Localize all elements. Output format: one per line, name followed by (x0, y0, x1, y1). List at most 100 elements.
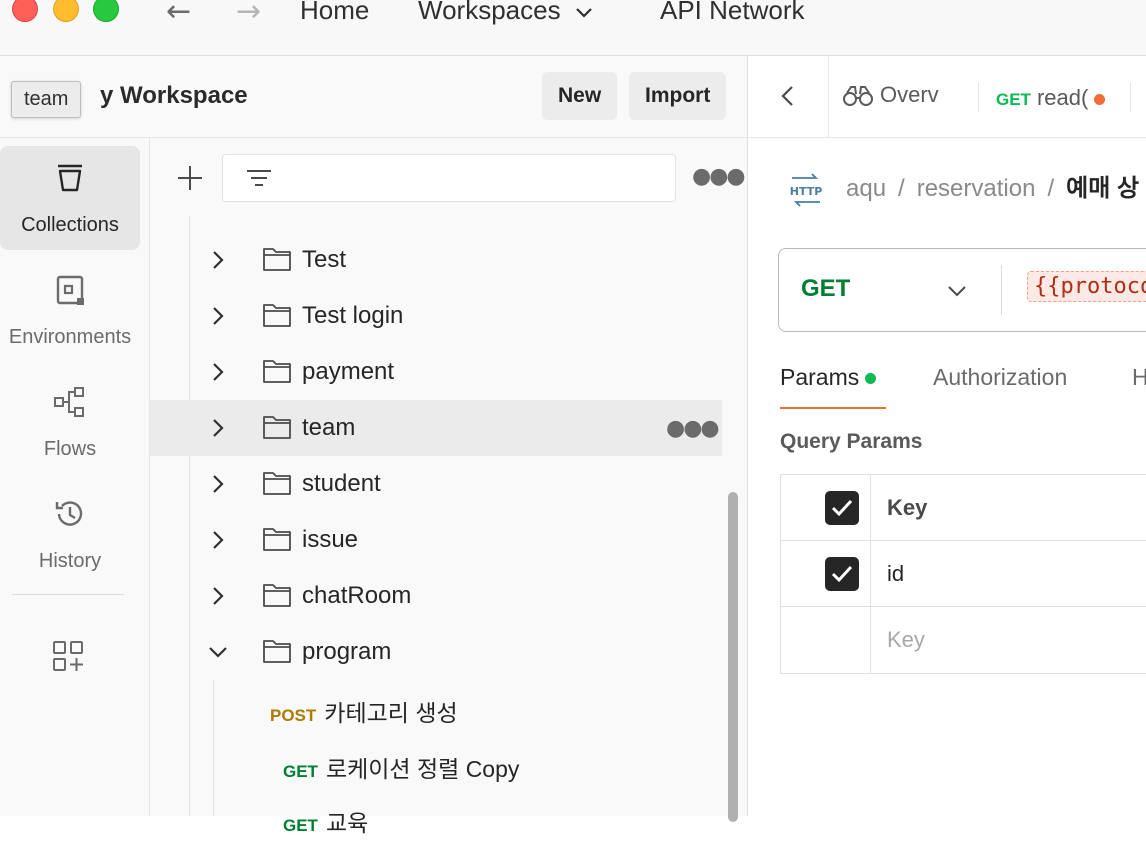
table-row: id (781, 541, 1146, 607)
folder-icon (263, 472, 291, 495)
new-button[interactable]: New (542, 72, 618, 120)
new-param-key-input[interactable]: Key (887, 627, 925, 653)
method-badge: GET (996, 90, 1031, 109)
sidebar: Collections Environments Flows History (0, 138, 150, 816)
folder-name: student (302, 470, 381, 497)
title-bar: ← → Home Workspaces API Network (0, 0, 1146, 56)
chevron-right-icon[interactable] (206, 584, 230, 608)
sidebar-item-environments[interactable]: Environments (0, 258, 140, 362)
nav-workspaces-link[interactable]: Workspaces (418, 0, 594, 26)
row-checkbox[interactable] (825, 557, 859, 591)
chevron-right-icon[interactable] (206, 248, 230, 272)
folder-row[interactable]: student (190, 456, 722, 512)
folder-icon (263, 360, 291, 383)
folder-name: team (302, 414, 356, 441)
tab-params[interactable]: Params (780, 364, 877, 391)
method-badge: GET (283, 816, 318, 835)
tab-authorization[interactable]: Authorization (933, 364, 1067, 391)
url-input[interactable]: {{protocol} (1027, 271, 1146, 302)
forward-arrow-icon[interactable]: → (236, 0, 261, 29)
chevron-down-icon[interactable] (945, 279, 969, 303)
folder-row[interactable]: Test (190, 232, 722, 288)
more-options-icon[interactable]: ●●● (692, 164, 746, 189)
request-name: 로케이션 정렬 Copy (325, 756, 520, 782)
tab-separator (1130, 82, 1131, 112)
request-row[interactable]: GET 교육 (283, 804, 368, 860)
sidebar-item-label: Flows (43, 438, 97, 460)
collections-icon (58, 164, 82, 192)
nav-home-link[interactable]: Home (300, 0, 369, 26)
folder-row[interactable]: issue (190, 512, 722, 568)
checkmark-icon (831, 565, 853, 583)
query-params-title: Query Params (780, 430, 923, 453)
chevron-left-icon[interactable] (774, 82, 802, 110)
sidebar-item-history[interactable]: History (0, 482, 140, 586)
sidebar-item-label: History (38, 550, 102, 572)
folder-name: payment (302, 358, 395, 385)
breadcrumb-part[interactable]: aqu (846, 175, 886, 202)
breadcrumb-part[interactable]: reservation (917, 175, 1036, 202)
tab-separator (978, 82, 979, 112)
tab-label: Overv (880, 82, 939, 107)
folder-row[interactable]: payment (190, 344, 722, 400)
folder-icon (263, 584, 291, 607)
method-badge: POST (270, 706, 317, 725)
checkmark-icon (831, 499, 853, 517)
folder-more-options-icon[interactable]: ●●● (666, 416, 720, 441)
minimize-window-button[interactable] (53, 0, 79, 22)
http-icon: HTTP (790, 173, 822, 207)
request-row[interactable]: POST 카테고리 생성 (270, 694, 458, 750)
plus-icon[interactable] (174, 162, 206, 194)
chevron-down-icon[interactable] (206, 640, 230, 664)
folder-row[interactable]: team ●●● (150, 400, 722, 456)
folder-icon (263, 640, 291, 663)
nav-api-network-link[interactable]: API Network (660, 0, 805, 26)
tab-label: Params (780, 364, 860, 390)
param-key[interactable]: id (887, 561, 904, 587)
chevron-right-icon[interactable] (206, 528, 230, 552)
folder-name: Test login (302, 302, 404, 329)
unsaved-dot (1094, 93, 1106, 105)
sidebar-item-collections[interactable]: Collections (0, 146, 140, 250)
close-window-button[interactable] (12, 0, 38, 22)
folder-icon (263, 304, 291, 327)
request-name: 교육 (325, 810, 369, 836)
maximize-window-button[interactable] (93, 0, 119, 22)
workspace-title[interactable]: y Workspace (100, 82, 248, 110)
folder-row[interactable]: chatRoom (190, 568, 722, 624)
active-dot (865, 373, 877, 385)
sidebar-item-label: Environments (8, 326, 132, 348)
folder-name: Test (302, 246, 347, 273)
tab-label: read( (1036, 85, 1089, 110)
table-row-empty: Key (781, 607, 1146, 673)
flows-icon (54, 387, 84, 417)
sidebar-item-flows[interactable]: Flows (0, 370, 140, 474)
request-row[interactable]: GET 로케이션 정렬 Copy (283, 750, 519, 806)
folder-name: chatRoom (302, 582, 412, 609)
chevron-right-icon[interactable] (206, 416, 230, 440)
chevron-right-icon[interactable] (206, 472, 230, 496)
folder-row[interactable]: Test login (190, 288, 722, 344)
select-all-cell (781, 475, 871, 541)
tab-bar: Overv GET read( (748, 56, 1146, 138)
back-arrow-icon[interactable]: ← (166, 0, 191, 29)
import-button[interactable]: Import (629, 72, 727, 120)
breadcrumb-separator: / (898, 175, 905, 202)
environments-icon (56, 275, 84, 305)
chevron-right-icon[interactable] (206, 360, 230, 384)
folder-row[interactable]: program (190, 624, 722, 680)
scrollbar[interactable] (728, 492, 738, 822)
select-all-checkbox[interactable] (825, 491, 859, 525)
method-select[interactable]: GET (801, 275, 850, 303)
chevron-right-icon[interactable] (206, 304, 230, 328)
active-tab-indicator (780, 407, 886, 409)
add-app-icon[interactable] (50, 638, 86, 674)
tab-request[interactable]: GET read( (996, 85, 1106, 111)
tab-overview[interactable]: Overv (842, 82, 939, 108)
tab-headers[interactable]: H (1132, 364, 1146, 391)
column-header-key: Key (887, 495, 928, 520)
history-icon (55, 501, 83, 526)
breadcrumb-current[interactable]: 예매 상 (1066, 175, 1139, 202)
filter-input[interactable] (222, 154, 676, 202)
query-params-table: Key id Key (780, 474, 1146, 674)
